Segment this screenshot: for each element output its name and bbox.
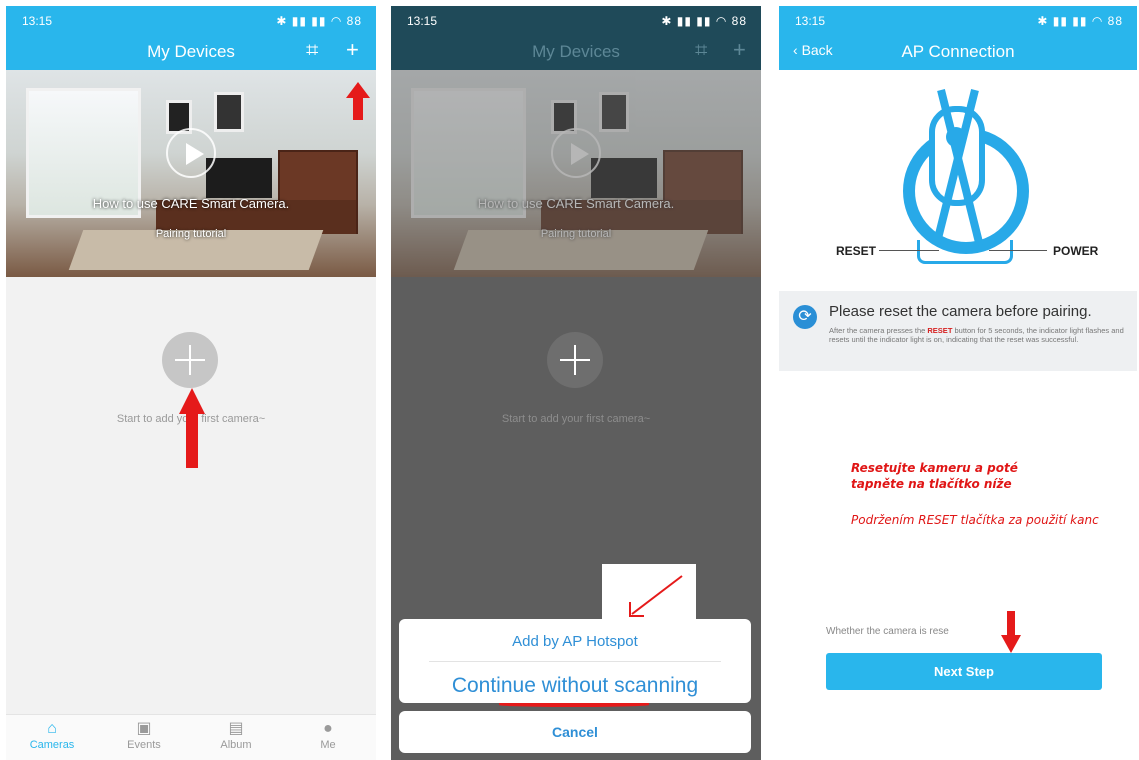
reset-label: RESET (836, 244, 877, 258)
add-camera-button (547, 332, 603, 388)
reset-leader-line (879, 250, 939, 251)
add-icon[interactable]: + (346, 39, 359, 61)
cancel-button[interactable]: Cancel (399, 724, 751, 740)
app-header: 13:15 ✱ ▮▮ ▮▮ ◠ 88 ‹ Back AP Connection (779, 6, 1137, 70)
battery-level: 88 (346, 14, 362, 28)
battery-level: 88 (1107, 14, 1123, 28)
nav-events[interactable]: ▣ Events (104, 719, 184, 751)
camera-base (917, 240, 1013, 264)
status-icons: ✱ ▮▮ ▮▮ ◠ 88 (276, 14, 362, 28)
annotation-box (602, 564, 696, 622)
screen-ap-connection: 13:15 ✱ ▮▮ ▮▮ ◠ 88 ‹ Back AP Connection … (779, 6, 1137, 760)
nav-label: Events (127, 739, 161, 751)
reset-confirm-text: Whether the camera is rese (826, 626, 949, 637)
note-line-3: Podržením RESET tlačítka za použití kanc (851, 513, 1099, 527)
camera-reset-illustration: RESET POWER (779, 70, 1137, 284)
divider (429, 661, 721, 662)
app-header: 13:15 ✱ ▮▮ ▮▮ ◠ 88 My Devices ⌗ + (391, 6, 761, 70)
screen-add-options: 13:15 ✱ ▮▮ ▮▮ ◠ 88 My Devices ⌗ + How to… (391, 6, 761, 760)
tutorial-banner[interactable]: How to use CARE Smart Camera. Pairing tu… (6, 70, 376, 277)
add-camera-button[interactable] (162, 332, 218, 388)
scan-icon[interactable]: ⌗ (306, 39, 318, 61)
nav-label: Cameras (29, 739, 75, 751)
empty-state-text: Start to add your first camera~ (501, 413, 651, 425)
nav-me[interactable]: ● Me (288, 719, 368, 751)
page-title: My Devices (147, 42, 235, 61)
app-header: 13:15 ✱ ▮▮ ▮▮ ◠ 88 My Devices ⌗ + (6, 6, 376, 70)
person-icon: ● (323, 720, 333, 737)
note-line-1: Resetujte kameru a poté (851, 461, 1018, 475)
nav-label: Album (220, 739, 252, 751)
bottom-nav: ⌂ Cameras ▣ Events ▤ Album ● Me (6, 714, 376, 760)
banner-picture (599, 92, 629, 132)
status-bar: 13:15 ✱ ▮▮ ▮▮ ◠ 88 (795, 14, 1123, 30)
note-line-2: tapněte na tlačítko níže (851, 477, 1012, 491)
action-sheet: Add by AP Hotspot Continue without scann… (399, 619, 751, 707)
next-step-button[interactable]: Next Step (826, 653, 1102, 690)
red-arrow-diagonal (629, 575, 683, 617)
page-title: AP Connection (901, 42, 1015, 61)
screen-my-devices: 13:15 ✱ ▮▮ ▮▮ ◠ 88 My Devices ⌗ + How to… (6, 6, 376, 760)
red-arrow-down (1001, 611, 1021, 653)
chat-icon: ▣ (136, 720, 152, 737)
nav-label: Me (320, 739, 336, 751)
battery-level: 88 (731, 14, 747, 28)
red-underline (499, 703, 649, 707)
nav-album[interactable]: ▤ Album (196, 719, 276, 751)
status-time: 13:15 (407, 14, 438, 28)
info-heading: Please reset the camera before pairing. (829, 303, 1092, 320)
add-icon: + (733, 37, 746, 62)
status-time: 13:15 (795, 14, 826, 28)
banner-title: How to use CARE Smart Camera. (92, 196, 290, 211)
status-icons: ✱ ▮▮ ▮▮ ◠ 88 (661, 14, 747, 28)
album-icon: ▤ (228, 720, 244, 737)
scan-icon: ⌗ (695, 37, 708, 62)
status-bar: 13:15 ✱ ▮▮ ▮▮ ◠ 88 (407, 14, 747, 30)
nav-cameras[interactable]: ⌂ Cameras (12, 719, 92, 751)
power-leader-line (989, 250, 1047, 251)
banner-subtitle: Pairing tutorial (155, 228, 227, 240)
power-label: POWER (1053, 244, 1099, 258)
refresh-gear-icon: ⟳ (793, 305, 817, 329)
banner-subtitle: Pairing tutorial (540, 228, 612, 240)
status-bar: 13:15 ✱ ▮▮ ▮▮ ◠ 88 (22, 14, 362, 30)
add-by-ap-hotspot-option[interactable]: Add by AP Hotspot (399, 633, 751, 650)
play-icon[interactable] (166, 128, 216, 178)
reset-info-box: ⟳ Please reset the camera before pairing… (779, 291, 1137, 371)
red-arrow-up (179, 388, 205, 468)
cancel-sheet: Cancel (399, 711, 751, 753)
info-body: After the camera presses the RESET butto… (829, 326, 1129, 344)
status-icons: ✱ ▮▮ ▮▮ ◠ 88 (1037, 14, 1123, 28)
banner-title: How to use CARE Smart Camera. (477, 196, 675, 211)
home-icon: ⌂ (47, 720, 57, 737)
banner-tv (206, 158, 272, 198)
banner-tv (591, 158, 657, 198)
tutorial-banner: How to use CARE Smart Camera. Pairing tu… (391, 70, 761, 277)
red-arrow-up (346, 82, 370, 120)
banner-picture (214, 92, 244, 132)
continue-without-scanning-option[interactable]: Continue without scanning (399, 674, 751, 698)
status-time: 13:15 (22, 14, 53, 28)
play-icon (551, 128, 601, 178)
